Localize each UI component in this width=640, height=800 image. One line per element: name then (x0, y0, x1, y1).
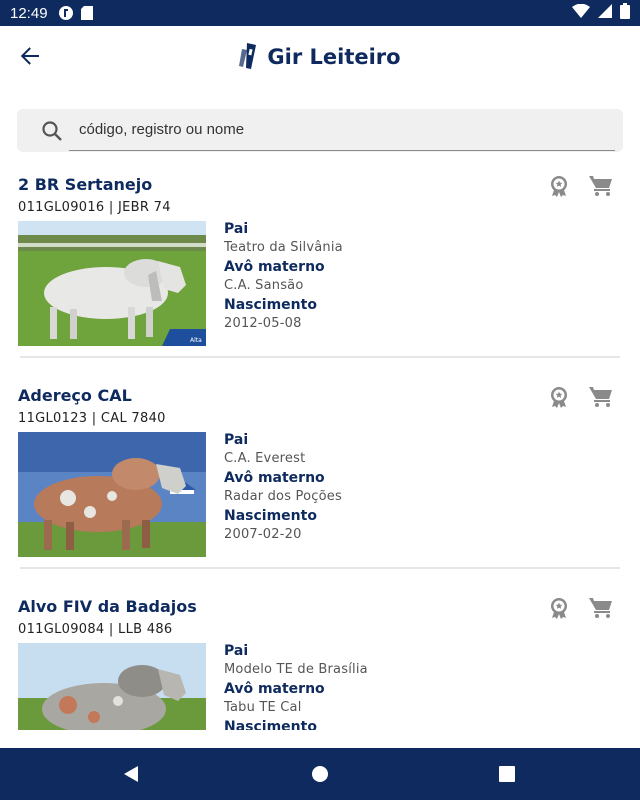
nav-back-button[interactable] (122, 764, 142, 784)
nav-home-button[interactable] (310, 764, 330, 784)
nav-recents-button[interactable] (497, 764, 517, 784)
pai-label: Pai (224, 221, 249, 237)
search-input[interactable] (69, 109, 615, 151)
pai-label: Pai (224, 643, 249, 659)
status-time: 12:49 (10, 4, 48, 22)
bull-code: 011GL09084 | LLB 486 (18, 622, 173, 637)
semen-straw-icon (239, 41, 259, 74)
avo-materno-value: C.A. Sansão (224, 278, 304, 293)
cart-icon (589, 598, 612, 618)
cart-icon (589, 387, 612, 407)
add-to-cart-button[interactable] (588, 174, 614, 198)
nascimento-value: 2007-02-20 (224, 527, 302, 542)
nascimento-label: Nascimento (224, 719, 317, 730)
triangle-back-icon (124, 766, 138, 782)
award-icon (551, 598, 567, 619)
sd-card-icon (80, 5, 96, 21)
bull-photo (18, 643, 206, 730)
award-icon (551, 387, 567, 408)
status-bar: 12:49 (0, 0, 640, 26)
list-item[interactable]: 2 BR Sertanejo 011GL09016 | JEBR 74 Alta… (0, 165, 640, 376)
bull-name: Alvo FIV da Badajos (18, 597, 197, 616)
avo-materno-value: Tabu TE Cal (224, 700, 302, 715)
add-to-cart-button[interactable] (588, 596, 614, 620)
avo-materno-label: Avô materno (224, 259, 325, 275)
avo-materno-label: Avô materno (224, 681, 325, 697)
bull-details: Pai Teatro da Silvânia Avô materno C.A. … (224, 221, 343, 335)
bull-name: 2 BR Sertanejo (18, 175, 153, 194)
pai-value: C.A. Everest (224, 451, 306, 466)
list-item[interactable]: Alvo FIV da Badajos 011GL09084 | LLB 486… (0, 587, 640, 730)
notification-icon (58, 5, 74, 21)
add-to-cart-button[interactable] (588, 385, 614, 409)
award-icon (551, 176, 567, 197)
bull-photo (18, 432, 206, 557)
wifi-icon (572, 3, 590, 23)
pai-label: Pai (224, 432, 249, 448)
square-recents-icon (499, 766, 515, 782)
favorite-button[interactable] (547, 596, 571, 620)
battery-icon (620, 2, 630, 24)
nascimento-label: Nascimento (224, 297, 317, 313)
bull-code: 011GL09016 | JEBR 74 (18, 200, 171, 215)
page-title-text: Gir Leiteiro (267, 45, 401, 69)
favorite-button[interactable] (547, 174, 571, 198)
cart-icon (589, 176, 612, 196)
pai-value: Teatro da Silvânia (224, 240, 343, 255)
nascimento-value: 2012-05-08 (224, 316, 302, 331)
bull-name: Adereço CAL (18, 386, 132, 405)
divider (20, 567, 620, 569)
nascimento-label: Nascimento (224, 508, 317, 524)
system-nav-bar (0, 748, 640, 800)
pai-value: Modelo TE de Brasília (224, 662, 368, 677)
avo-materno-value: Radar dos Poções (224, 489, 342, 504)
bull-list: 2 BR Sertanejo 011GL09016 | JEBR 74 Alta… (0, 165, 640, 730)
bull-code: 11GL0123 | CAL 7840 (18, 411, 166, 426)
bull-details: Pai C.A. Everest Avô materno Radar dos P… (224, 432, 342, 546)
divider (20, 356, 620, 358)
page-title: Gir Leiteiro (0, 40, 640, 74)
favorite-button[interactable] (547, 385, 571, 409)
list-item[interactable]: Adereço CAL 11GL0123 | CAL 7840 Pai C.A.… (0, 376, 640, 587)
app-bar: Gir Leiteiro (0, 26, 640, 88)
photo-badge: Alta (190, 337, 202, 344)
status-indicators (572, 2, 630, 24)
search-bar (17, 109, 623, 152)
bull-details: Pai Modelo TE de Brasília Avô materno Ta… (224, 643, 368, 730)
search-icon (41, 120, 63, 142)
circle-home-icon (312, 766, 328, 782)
bull-photo: Alta (18, 221, 206, 346)
signal-icon (598, 3, 612, 23)
avo-materno-label: Avô materno (224, 470, 325, 486)
